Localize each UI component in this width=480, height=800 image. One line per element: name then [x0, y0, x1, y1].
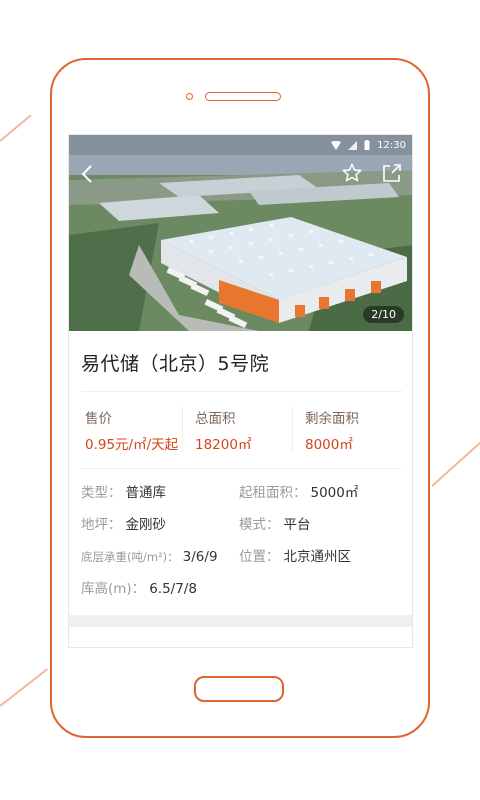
signal-icon [348, 140, 358, 150]
attribute-label: 起租面积： [239, 485, 307, 501]
share-button[interactable] [381, 162, 403, 184]
attribute-min-rent-area: 起租面积： 5000㎡ [239, 485, 399, 501]
attribute-value: 普通库 [125, 485, 167, 501]
attribute-value: 3/6/9 [182, 549, 218, 565]
listing-title: 易代储（北京）5号院 [81, 353, 270, 375]
status-time: 12:30 [377, 139, 406, 151]
phone-home-button [194, 676, 284, 702]
attribute-floor-load: 底层承重(吨/m²)： 3/6/9 [81, 549, 239, 565]
battery-icon [364, 140, 370, 150]
section-separator [69, 615, 412, 627]
attribute-value: 金刚砂 [125, 517, 167, 533]
warehouse-hero-image[interactable]: 12:30 2/10 [69, 135, 412, 331]
next-section-heading-cut-off [81, 643, 141, 647]
stat-value: 8000㎡ [305, 437, 353, 453]
stat-value: 0.95元/㎡/天起 [85, 437, 179, 453]
wifi-icon [331, 140, 342, 150]
app-screen: 12:30 2/10 易代储（北京）5号院 售价 0.95元/㎡/天起 总面积 [68, 134, 413, 648]
attribute-value: 北京通州区 [283, 549, 352, 565]
attribute-label: 库高(m)： [81, 581, 146, 597]
attributes-grid: 类型： 普通库 起租面积： 5000㎡ 地坪： 金刚砂 模式： 平台 底层承重(吨/m²… [69, 469, 412, 597]
back-button[interactable] [79, 163, 97, 185]
image-page-indicator: 2/10 [363, 306, 404, 323]
status-bar: 12:30 [69, 135, 412, 155]
stat-remaining-area: 剩余面积 8000㎡ [292, 407, 402, 453]
share-icon [383, 164, 401, 182]
attribute-location: 位置： 北京通州区 [239, 549, 399, 565]
chevron-left-icon [81, 165, 92, 183]
attribute-value: 5000㎡ [310, 485, 359, 501]
stat-label: 剩余面积 [305, 411, 359, 427]
stat-label: 总面积 [195, 411, 236, 427]
decorative-line-left-top [0, 114, 32, 142]
attribute-value: 6.5/7/8 [149, 581, 197, 597]
attribute-type: 类型： 普通库 [81, 485, 239, 501]
attribute-label: 类型： [81, 485, 122, 501]
phone-sensor [186, 93, 193, 100]
stat-value: 18200㎡ [195, 437, 252, 453]
attribute-floor: 地坪： 金刚砂 [81, 517, 239, 533]
favorite-button[interactable] [341, 162, 363, 184]
star-outline-icon [342, 163, 362, 182]
attribute-label: 底层承重(吨/m²)： [81, 550, 179, 564]
stat-label: 售价 [85, 411, 112, 427]
decorative-line-right [431, 438, 480, 487]
attribute-label: 位置： [239, 549, 280, 565]
stat-price: 售价 0.95元/㎡/天起 [81, 407, 182, 453]
attribute-mode: 模式： 平台 [239, 517, 399, 533]
stat-total-area: 总面积 18200㎡ [182, 407, 292, 453]
stats-row: 售价 0.95元/㎡/天起 总面积 18200㎡ 剩余面积 8000㎡ [81, 392, 402, 468]
attribute-height: 库高(m)： 6.5/7/8 [81, 581, 239, 597]
attribute-label: 地坪： [81, 517, 122, 533]
phone-speaker [205, 92, 281, 101]
listing-details: 易代储（北京）5号院 售价 0.95元/㎡/天起 总面积 18200㎡ 剩余面积… [69, 331, 412, 597]
attribute-value: 平台 [283, 517, 311, 533]
attribute-label: 模式： [239, 517, 280, 533]
decorative-line-left-bottom [0, 668, 48, 707]
